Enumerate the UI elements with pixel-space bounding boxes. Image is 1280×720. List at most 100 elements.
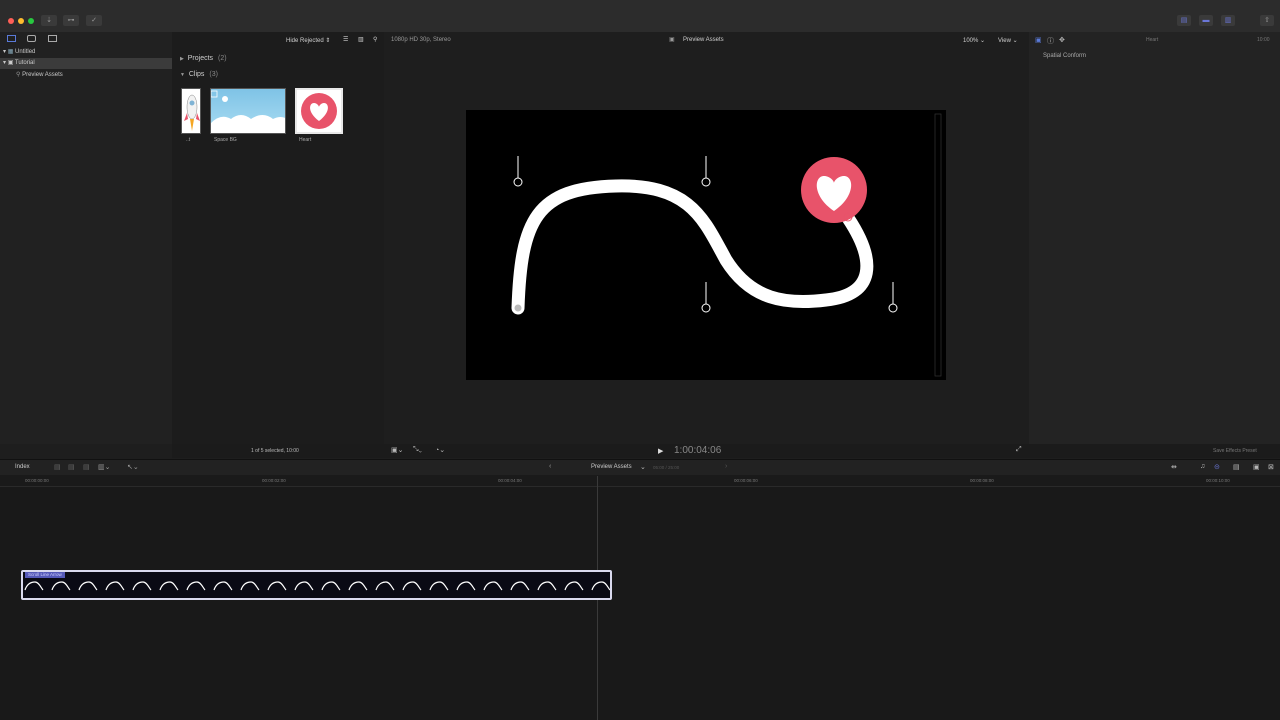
filmstrip-frame bbox=[186, 581, 206, 591]
chevron-down-icon[interactable]: ⌄ bbox=[640, 463, 646, 471]
projects-section[interactable]: ▶ Projects (2) bbox=[180, 55, 227, 62]
skimming-icon[interactable]: ⇹ bbox=[1171, 463, 1177, 471]
viewer-scrollbar bbox=[934, 113, 942, 377]
viewer-canvas[interactable] bbox=[466, 110, 946, 380]
effects-browser-icon[interactable]: ⊠ bbox=[1268, 463, 1274, 471]
ruler-label: 00:00:00:00 bbox=[25, 478, 49, 483]
transport-bar: 1 of 5 selected, 10:00 ▣⌄ ⤡⌄ ◔⌄ ▶ 1:00:0… bbox=[172, 444, 1280, 458]
video-inspector-icon[interactable]: ▣ bbox=[1035, 36, 1042, 44]
photos-icon[interactable] bbox=[27, 35, 36, 42]
minimize-window-button[interactable] bbox=[18, 18, 24, 24]
search-icon[interactable]: ⚲ bbox=[373, 36, 377, 43]
layout-browser-toggle[interactable]: ▤ bbox=[1177, 15, 1191, 26]
play-button[interactable]: ▶ bbox=[658, 447, 663, 455]
view-label: View bbox=[998, 38, 1011, 44]
view-options-icon[interactable]: ▣⌄ bbox=[391, 446, 403, 454]
snapping-icon[interactable]: ▤ bbox=[1233, 463, 1240, 471]
clip-thumbnail-space-bg[interactable] bbox=[210, 88, 286, 134]
ruler-label: 00:00:04:00 bbox=[498, 478, 522, 483]
view-dropdown[interactable]: View ⌄ bbox=[998, 37, 1018, 44]
clip-thumbnail-rocket[interactable] bbox=[181, 88, 201, 134]
ruler-label: 00:00:08:00 bbox=[970, 478, 994, 483]
save-effects-preset-button[interactable]: Save Effects Preset bbox=[1213, 448, 1257, 454]
zoom-label: 100% bbox=[963, 38, 979, 44]
viewer-title: Preview Assets bbox=[683, 37, 724, 43]
keyword-button[interactable]: ⊶ bbox=[63, 15, 79, 26]
format-label: 1080p HD 30p, Stereo bbox=[391, 37, 451, 43]
transform-tool-icon[interactable]: ⤡⌄ bbox=[413, 446, 422, 454]
filmstrip-frame bbox=[240, 581, 260, 591]
filmstrip-frame bbox=[537, 581, 557, 591]
hide-rejected-dropdown[interactable]: Hide Rejected ⇕ bbox=[286, 37, 330, 44]
disclosure-triangle-icon[interactable]: ▾ bbox=[0, 49, 6, 55]
filmstrip-frame bbox=[159, 581, 179, 591]
insert-clip-icon[interactable]: ▤ bbox=[68, 463, 75, 471]
timeline-clip[interactable]: Scroll Line Arrow bbox=[21, 570, 612, 600]
disclosure-triangle-icon[interactable]: ▾ bbox=[0, 60, 6, 66]
rocket-icon bbox=[184, 94, 200, 131]
speed-icon[interactable]: ◔⌄ bbox=[435, 446, 445, 454]
solo-icon[interactable]: ⊝ bbox=[1214, 463, 1220, 471]
select-tool-icon[interactable]: ↖⌄ bbox=[127, 463, 139, 471]
libraries-icon[interactable] bbox=[7, 35, 16, 42]
timeline-toolbar: Index ▤ ▤ ▤ ▥⌄ ↖⌄ ‹ Preview Assets ⌄ 05:… bbox=[0, 459, 1280, 475]
connect-clip-icon[interactable]: ▤ bbox=[54, 463, 61, 471]
library-item-untitled[interactable]: ▾ ▦ Untitled bbox=[0, 47, 172, 58]
background-tasks-button[interactable]: ✓ bbox=[86, 15, 102, 26]
inspector: ▣ ⓘ ✥ Heart 10:00 Spatial Conform bbox=[1029, 32, 1280, 444]
project-name: Preview Assets bbox=[591, 464, 632, 470]
filmstrip-frame bbox=[483, 581, 503, 591]
audio-skimming-icon[interactable]: ♫ bbox=[1200, 463, 1205, 470]
disclosure-triangle-icon[interactable]: ▶ bbox=[180, 56, 184, 62]
keyword-label: Preview Assets bbox=[22, 72, 63, 78]
info-inspector-icon[interactable]: ⓘ bbox=[1047, 36, 1054, 46]
back-arrow-icon[interactable]: ‹ bbox=[549, 463, 551, 470]
filmstrip-frame bbox=[51, 581, 71, 591]
chevron-updown-icon: ⇕ bbox=[325, 38, 331, 44]
transform-inspector-icon[interactable]: ✥ bbox=[1059, 36, 1065, 44]
filmstrip-frame bbox=[24, 581, 44, 591]
clips-section[interactable]: ▼ Clips (3) bbox=[180, 71, 218, 78]
layout-inspector-toggle[interactable]: ▥ bbox=[1221, 15, 1235, 26]
share-button[interactable]: ⇧ bbox=[1260, 15, 1274, 26]
project-duration: 05:00 / 25:00 bbox=[653, 465, 680, 470]
filmstrip-frame bbox=[105, 581, 125, 591]
clips-count: (3) bbox=[209, 71, 218, 78]
filmstrip-frame bbox=[267, 581, 287, 591]
library-icon: ▦ bbox=[7, 49, 14, 55]
layout-timeline-toggle[interactable]: ▬ bbox=[1199, 15, 1213, 26]
forward-arrow-icon[interactable]: › bbox=[725, 463, 727, 470]
clip-appearance-icon[interactable]: ▣ bbox=[1253, 463, 1260, 471]
timeline-ruler[interactable]: 00:00:00:00 00:00:02:00 00:00:04:00 00:0… bbox=[0, 475, 1280, 487]
zoom-dropdown[interactable]: 100% ⌄ bbox=[963, 37, 985, 44]
event-label: Tutorial bbox=[14, 60, 35, 66]
filmstrip-frame bbox=[348, 581, 368, 591]
library-item-preview-assets[interactable]: ⚲ Preview Assets bbox=[0, 70, 172, 81]
path-animation[interactable] bbox=[466, 110, 946, 380]
append-clip-icon[interactable]: ▤ bbox=[83, 463, 90, 471]
clip-name: Space BG bbox=[214, 137, 237, 143]
list-view-icon[interactable]: ☰ bbox=[343, 36, 348, 43]
filmstrip-frame bbox=[510, 581, 530, 591]
fullscreen-icon[interactable]: ⤢ bbox=[1016, 446, 1022, 454]
ruler-label: 00:00:10:00 bbox=[1206, 478, 1230, 483]
library-label: Untitled bbox=[15, 49, 36, 55]
inspector-duration: 10:00 bbox=[1257, 37, 1270, 43]
projects-label: Projects bbox=[187, 55, 214, 62]
index-button[interactable]: Index bbox=[15, 464, 30, 470]
filmstrip-view-icon[interactable]: ▥ bbox=[358, 36, 364, 43]
close-window-button[interactable] bbox=[8, 18, 14, 24]
overwrite-clip-icon[interactable]: ▥⌄ bbox=[98, 463, 110, 471]
disclosure-triangle-icon[interactable]: ▼ bbox=[180, 72, 185, 78]
titles-icon[interactable] bbox=[48, 35, 57, 42]
selection-status: 1 of 5 selected, 10:00 bbox=[251, 448, 299, 454]
clips-label: Clips bbox=[188, 71, 205, 78]
library-item-tutorial[interactable]: ▾ ▣ Tutorial bbox=[0, 58, 172, 69]
filmstrip-frame bbox=[321, 581, 341, 591]
zoom-window-button[interactable] bbox=[28, 18, 34, 24]
heart-graphic bbox=[801, 157, 867, 223]
clip-thumbnail-heart[interactable] bbox=[295, 88, 343, 134]
import-button[interactable]: ⇣ bbox=[41, 15, 57, 26]
filmstrip-frame bbox=[564, 581, 584, 591]
timeline-area[interactable] bbox=[0, 487, 1280, 720]
